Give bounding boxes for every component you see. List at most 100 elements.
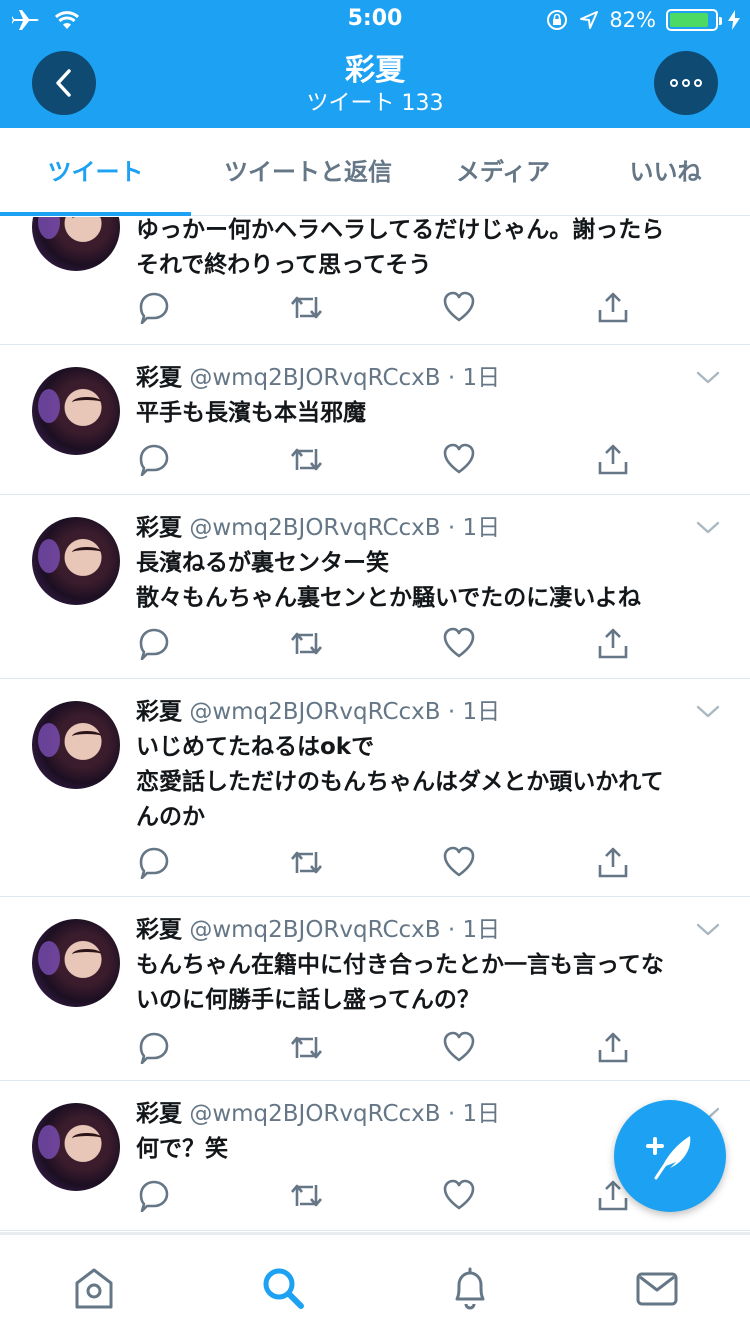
avatar[interactable] — [32, 919, 120, 1007]
retweet-button[interactable] — [289, 626, 323, 660]
tweet-time: 1日 — [462, 699, 501, 725]
nav-notifications[interactable] — [447, 1265, 493, 1311]
tweet-actions — [136, 845, 636, 880]
tweet-item[interactable]: 彩夏 @wmq2BJORvqRCcxB · 1日 長濱ねるが裏センター笑 散々も… — [0, 495, 750, 679]
share-button[interactable] — [596, 845, 630, 879]
share-button[interactable] — [596, 1030, 630, 1064]
tweet-actions — [136, 1178, 636, 1213]
avatar[interactable] — [32, 217, 120, 271]
tweet-time: 1日 — [462, 515, 501, 541]
retweet-button[interactable] — [289, 845, 323, 879]
author-name: 彩夏 — [136, 917, 182, 943]
reply-button[interactable] — [136, 290, 170, 325]
share-button[interactable] — [596, 290, 630, 324]
retweet-icon — [291, 448, 322, 471]
like-button[interactable] — [442, 1030, 476, 1064]
like-button[interactable] — [442, 442, 476, 476]
compose-tweet-icon — [646, 1136, 691, 1180]
share-icon — [598, 292, 628, 323]
like-icon — [443, 1179, 475, 1210]
reply-icon — [139, 444, 169, 477]
nav-home[interactable] — [71, 1265, 117, 1311]
tweet-text: 長濱ねるが裏センター笑 散々もんちゃん裏センとか騒いでたのに凄いよね — [136, 550, 641, 611]
tweet-menu-chevron[interactable] — [696, 918, 720, 942]
reply-button[interactable] — [136, 1030, 170, 1065]
share-button[interactable] — [596, 442, 630, 476]
tab-media[interactable]: メディア — [425, 128, 581, 216]
search-icon — [263, 1268, 304, 1309]
reply-icon — [139, 292, 169, 325]
share-icon — [598, 847, 628, 878]
like-button[interactable] — [442, 1178, 476, 1212]
avatar[interactable] — [32, 1103, 120, 1191]
tweet-actions — [136, 290, 636, 325]
reply-button[interactable] — [136, 626, 170, 661]
reply-button[interactable] — [136, 1178, 170, 1213]
more-options-button[interactable] — [654, 51, 718, 115]
tweet-menu-chevron[interactable] — [696, 366, 720, 390]
retweet-icon — [291, 1036, 322, 1059]
tweet-actions — [136, 442, 636, 477]
nav-messages[interactable] — [634, 1265, 680, 1311]
charging-icon — [728, 10, 740, 30]
tweet-meta: 彩夏 @wmq2BJORvqRCcxB · 1日 — [136, 515, 501, 541]
reply-button[interactable] — [136, 845, 170, 880]
tweet-time: 1日 — [462, 917, 501, 943]
tweet-text: もんちゃん在籍中に付き合ったとか一言も言ってな いのに何勝手に話し盛ってんの？ — [136, 952, 664, 1013]
location-arrow-icon — [580, 11, 599, 29]
author-handle: @wmq2BJORvqRCcxB — [189, 365, 441, 391]
author-handle: @wmq2BJORvqRCcxB — [189, 699, 441, 725]
tweet-actions — [136, 626, 636, 661]
reply-icon — [139, 847, 169, 880]
tab-likes[interactable]: いいね — [581, 128, 750, 216]
tweet-item[interactable]: ゆっかー何かヘラヘラしてるだけじゃん。謝ったら それで終わりって思ってそう — [0, 217, 750, 345]
avatar[interactable] — [32, 517, 120, 605]
share-icon — [598, 628, 628, 659]
reply-button[interactable] — [136, 442, 170, 477]
share-button[interactable] — [596, 626, 630, 660]
tweet-meta: 彩夏 @wmq2BJORvqRCcxB · 1日 — [136, 1101, 501, 1127]
tweet-text: ゆっかー何かヘラヘラしてるだけじゃん。謝ったら それで終わりって思ってそう — [136, 217, 665, 278]
tweet-timeline[interactable]: ゆっかー何かヘラヘラしてるだけじゃん。謝ったら それで終わりって思ってそう 彩夏… — [0, 217, 750, 1232]
tab-tweets-and-replies[interactable]: ツイートと返信 — [191, 128, 425, 216]
reply-icon — [139, 1180, 169, 1213]
tweet-meta: 彩夏 @wmq2BJORvqRCcxB · 1日 — [136, 917, 501, 943]
tweet-count: ツイート 133 — [306, 91, 444, 116]
avatar[interactable] — [32, 367, 120, 455]
more-icon — [670, 79, 702, 87]
retweet-button[interactable] — [289, 290, 323, 324]
retweet-icon — [291, 1184, 322, 1207]
tweet-actions — [136, 1030, 636, 1065]
like-button[interactable] — [442, 290, 476, 324]
notifications-icon — [455, 1267, 485, 1310]
author-name: 彩夏 — [136, 365, 182, 391]
tweet-meta: 彩夏 @wmq2BJORvqRCcxB · 1日 — [136, 365, 501, 391]
retweet-button[interactable] — [289, 1030, 323, 1064]
tweet-time: 1日 — [462, 1101, 501, 1127]
retweet-icon — [291, 632, 322, 655]
tweet-item[interactable]: 彩夏 @wmq2BJORvqRCcxB · 1日 いじめてたねるはokで 恋愛話… — [0, 679, 750, 897]
chevron-down-icon — [696, 521, 720, 534]
tab-tweets[interactable]: ツイート — [0, 128, 191, 216]
tweet-text: いじめてたねるはokで 恋愛話しただけのもんちゃんはダメとか頭いかれて んのか — [136, 734, 664, 830]
like-icon — [443, 627, 475, 658]
avatar[interactable] — [32, 701, 120, 789]
compose-tweet-button[interactable] — [614, 1100, 726, 1212]
tweet-time: 1日 — [462, 365, 501, 391]
retweet-button[interactable] — [289, 442, 323, 476]
retweet-icon — [291, 851, 322, 874]
tweet-item[interactable]: 彩夏 @wmq2BJORvqRCcxB · 1日 もんちゃん在籍中に付き合ったと… — [0, 897, 750, 1081]
like-button[interactable] — [442, 845, 476, 879]
active-tab-indicator — [0, 212, 191, 216]
reply-icon — [139, 1032, 169, 1065]
tweet-menu-chevron[interactable] — [696, 516, 720, 540]
like-icon — [443, 846, 475, 877]
profile-tabs: ツイート ツイートと返信 メディア いいね — [0, 128, 750, 216]
retweet-button[interactable] — [289, 1178, 323, 1212]
nav-search[interactable] — [260, 1265, 306, 1311]
tweet-text: 平手も長濱も本当邪魔 — [136, 400, 366, 426]
tweet-menu-chevron[interactable] — [696, 700, 720, 724]
like-button[interactable] — [442, 626, 476, 660]
battery-icon — [666, 9, 722, 31]
tweet-item[interactable]: 彩夏 @wmq2BJORvqRCcxB · 1日 平手も長濱も本当邪魔 — [0, 345, 750, 495]
